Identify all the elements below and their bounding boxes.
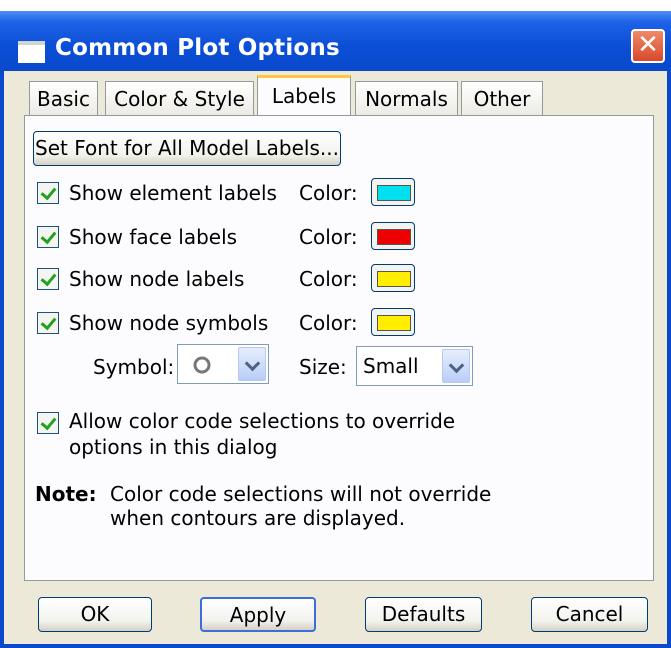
tab-label: Basic — [37, 87, 90, 111]
set-font-button[interactable]: Set Font for All Model Labels... — [33, 131, 341, 166]
symbol-label: Symbol: — [93, 355, 175, 379]
face-color-swatch[interactable] — [371, 222, 415, 250]
note-text-line2: when contours are displayed. — [110, 506, 406, 530]
ok-button[interactable]: OK — [38, 597, 152, 632]
tab-label: Color & Style — [114, 87, 245, 111]
color-fill — [377, 271, 411, 287]
dialog-window: Common Plot Options ✕ Basic Color & Styl… — [0, 0, 671, 648]
apply-button[interactable]: Apply — [200, 597, 316, 632]
show-node-labels-label: Show node labels — [69, 267, 245, 291]
title-bar[interactable]: Common Plot Options ✕ — [0, 11, 671, 71]
show-face-labels-label: Show face labels — [69, 225, 238, 249]
tab-labels[interactable]: Labels — [257, 75, 351, 115]
show-node-symbols-checkbox[interactable] — [37, 312, 59, 334]
show-element-labels-checkbox[interactable] — [37, 182, 59, 204]
symbol-color-swatch[interactable] — [371, 308, 415, 336]
node-color-label: Color: — [299, 267, 358, 291]
chevron-down-icon[interactable] — [442, 349, 470, 383]
size-select[interactable]: Small — [356, 346, 473, 386]
color-fill — [377, 185, 411, 201]
tab-other[interactable]: Other — [461, 81, 543, 115]
show-node-symbols-label: Show node symbols — [69, 311, 269, 335]
note-heading: Note: — [35, 482, 97, 506]
tab-label: Labels — [271, 84, 337, 108]
element-color-swatch[interactable] — [371, 178, 415, 206]
defaults-button[interactable]: Defaults — [365, 597, 482, 632]
tab-color-style[interactable]: Color & Style — [105, 81, 254, 115]
symbol-select[interactable] — [177, 344, 269, 384]
node-color-swatch[interactable] — [371, 264, 415, 292]
color-fill — [377, 229, 411, 245]
tab-normals[interactable]: Normals — [355, 81, 458, 115]
size-value: Small — [363, 354, 419, 378]
window-icon — [18, 41, 45, 63]
chevron-down-icon[interactable] — [238, 347, 266, 381]
color-fill — [377, 315, 411, 331]
cancel-button[interactable]: Cancel — [531, 597, 648, 632]
allow-override-checkbox[interactable] — [37, 412, 59, 434]
tab-label: Normals — [365, 87, 448, 111]
symbol-color-label: Color: — [299, 311, 358, 335]
allow-override-label-line1: Allow color code selections to override — [69, 409, 456, 433]
hollow-circle-icon — [193, 356, 211, 374]
window-title: Common Plot Options — [55, 35, 340, 61]
tab-label: Other — [473, 87, 531, 111]
note-text-line1: Color code selections will not override — [110, 482, 492, 506]
face-color-label: Color: — [299, 225, 358, 249]
size-label: Size: — [299, 355, 347, 379]
element-color-label: Color: — [299, 181, 358, 205]
allow-override-label-line2: options in this dialog — [69, 435, 278, 459]
show-node-labels-checkbox[interactable] — [37, 268, 59, 290]
close-icon: ✕ — [637, 30, 659, 60]
show-element-labels-label: Show element labels — [69, 181, 277, 205]
tab-basic[interactable]: Basic — [29, 81, 98, 115]
show-face-labels-checkbox[interactable] — [37, 226, 59, 248]
close-button[interactable]: ✕ — [631, 29, 665, 63]
